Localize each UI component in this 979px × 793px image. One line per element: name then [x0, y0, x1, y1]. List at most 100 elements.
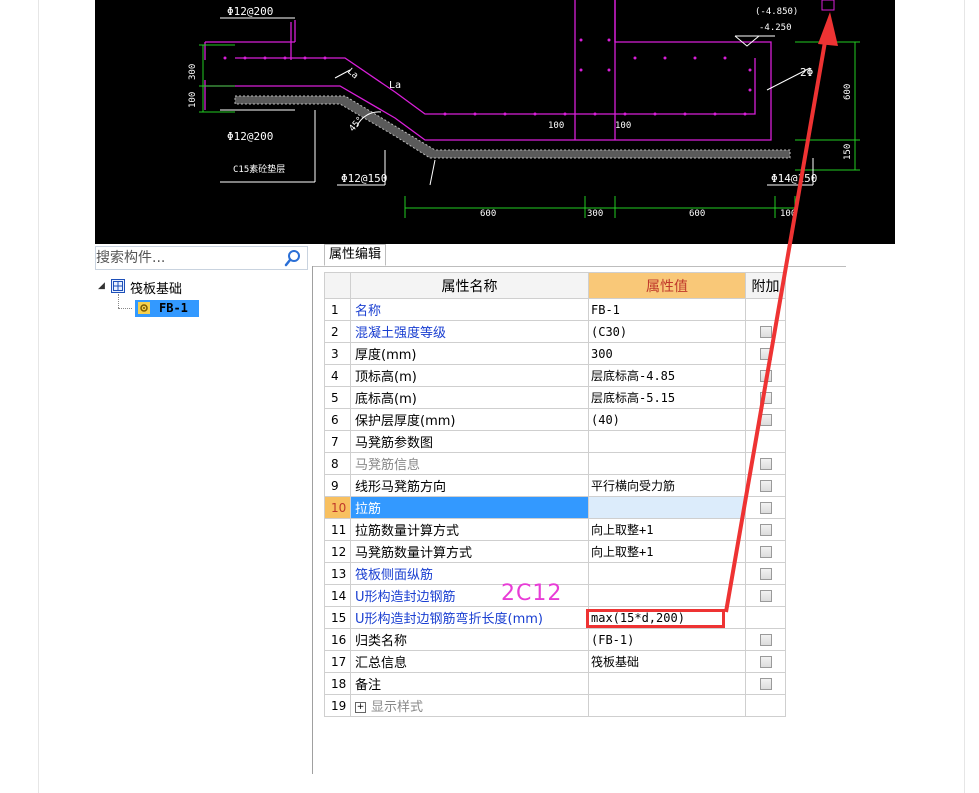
property-value-cell[interactable] [588, 562, 746, 585]
property-name-cell[interactable]: 马凳筋信息 [350, 452, 589, 475]
search-icon[interactable] [282, 248, 304, 268]
property-name-cell[interactable]: U形构造封边钢筋弯折长度(mm) [350, 606, 589, 629]
property-name-cell[interactable]: 马凳筋数量计算方式 [350, 540, 589, 563]
property-value-cell[interactable]: (C30) [588, 320, 746, 343]
cad-dim-300-v: 300 [188, 64, 198, 80]
property-value-cell[interactable] [588, 584, 746, 607]
tab-property-edit[interactable]: 属性编辑 [324, 244, 387, 266]
property-name: 筏板侧面纵筋 [355, 568, 434, 583]
property-name-cell[interactable]: 厚度(mm) [350, 342, 589, 365]
property-row[interactable]: 6 保护层厚度(mm) (40) [324, 408, 786, 431]
property-value-cell[interactable]: (40) [588, 408, 746, 431]
property-value-cell[interactable]: 层底标高-5.15 [588, 386, 746, 409]
property-row[interactable]: 10 拉筋 [324, 496, 786, 519]
cad-label-rebar-right: Φ14@150 [771, 172, 817, 185]
property-row[interactable]: 3 厚度(mm) 300 [324, 342, 786, 365]
column-header-extra[interactable]: 附加 [745, 272, 786, 299]
extra-checkbox[interactable] [759, 567, 772, 580]
property-name-cell[interactable]: + 显示样式 [350, 694, 589, 717]
tree-collapse-icon[interactable]: ◢ [98, 281, 105, 291]
property-name-cell[interactable]: 归类名称 [350, 628, 589, 651]
property-name-cell[interactable]: 汇总信息 [350, 650, 589, 673]
extra-checkbox[interactable] [759, 347, 772, 360]
property-row[interactable]: 18 备注 [324, 672, 786, 695]
column-header-name[interactable]: 属性名称 [350, 272, 589, 299]
extra-checkbox[interactable] [759, 589, 772, 602]
property-value-cell[interactable]: FB-1 [588, 298, 746, 321]
property-value-cell[interactable]: 筏板基础 [588, 650, 746, 673]
property-row[interactable]: 19 + 显示样式 [324, 694, 786, 717]
property-row[interactable]: 11 拉筋数量计算方式 向上取整+1 [324, 518, 786, 541]
property-value-cell[interactable] [588, 672, 746, 695]
property-name-cell[interactable]: 顶标高(m) [350, 364, 589, 387]
property-value-cell[interactable]: 300 [588, 342, 746, 365]
extra-cell [745, 408, 786, 431]
cad-label-elev-upper: (-4.850) [755, 7, 798, 17]
property-name-cell[interactable]: 拉筋 [350, 496, 589, 519]
property-row[interactable]: 16 归类名称 (FB-1) [324, 628, 786, 651]
extra-checkbox[interactable] [759, 545, 772, 558]
cad-label-la-main: La [389, 80, 401, 91]
extra-checkbox[interactable] [759, 523, 772, 536]
property-name-cell[interactable]: 底标高(m) [350, 386, 589, 409]
extra-checkbox[interactable] [759, 677, 772, 690]
dimension-lines [199, 41, 860, 218]
property-name: 汇总信息 [355, 656, 408, 671]
extra-cell [745, 320, 786, 343]
property-value-cell[interactable]: 层底标高-4.85 [588, 364, 746, 387]
cad-label-elev-lower: -4.250 [759, 23, 792, 33]
property-name-cell[interactable]: 线形马凳筋方向 [350, 474, 589, 497]
extra-checkbox[interactable] [759, 655, 772, 668]
row-number: 18 [324, 672, 351, 695]
property-name-cell[interactable]: 保护层厚度(mm) [350, 408, 589, 431]
property-name-cell[interactable]: 拉筋数量计算方式 [350, 518, 589, 541]
property-value-cell[interactable]: 向上取整+1 [588, 540, 746, 563]
property-value-cell[interactable] [588, 430, 746, 453]
extra-checkbox[interactable] [759, 501, 772, 514]
property-row[interactable]: 1 名称 FB-1 [324, 298, 786, 321]
property-row[interactable]: 17 汇总信息 筏板基础 [324, 650, 786, 673]
cad-label-rebar-top-left: Φ12@200 [227, 5, 273, 18]
property-row[interactable]: 12 马凳筋数量计算方式 向上取整+1 [324, 540, 786, 563]
extra-cell [745, 342, 786, 365]
extra-checkbox[interactable] [759, 325, 772, 338]
property-name-cell[interactable]: 名称 [350, 298, 589, 321]
right-divider [964, 0, 965, 793]
property-name-cell[interactable]: 马凳筋参数图 [350, 430, 589, 453]
cad-marker [821, 0, 835, 11]
property-value-cell[interactable] [588, 496, 746, 519]
property-value-cell[interactable] [588, 452, 746, 475]
cad-label-rebar-side: 2Φ [800, 66, 813, 79]
property-name: 名称 [355, 304, 382, 319]
tree-node-fb-1[interactable]: FB-1 [135, 300, 199, 317]
property-name-cell[interactable]: 混凝土强度等级 [350, 320, 589, 343]
property-row[interactable]: 4 顶标高(m) 层底标高-4.85 [324, 364, 786, 387]
property-row[interactable]: 2 混凝土强度等级 (C30) [324, 320, 786, 343]
search-input[interactable] [96, 247, 276, 269]
property-value-cell[interactable] [588, 694, 746, 717]
extra-checkbox[interactable] [759, 413, 772, 426]
extra-cell [745, 650, 786, 673]
property-grid: 属性名称 属性值 附加 1 名称 FB-1 2 混凝土强度等级 (C30) 3 厚度(mm) 3… [324, 272, 786, 717]
property-row[interactable]: 7 马凳筋参数图 [324, 430, 786, 453]
property-editor-panel: 属性编辑 属性名称 属性值 附加 1 名称 FB-1 2 混凝土强度等级 (C30) 3 厚度… [312, 244, 852, 774]
column-header-value[interactable]: 属性值 [588, 272, 746, 299]
extra-checkbox[interactable] [759, 369, 772, 382]
row-number: 19 [324, 694, 351, 717]
property-name: 拉筋 [355, 502, 382, 517]
extra-cell [745, 452, 786, 475]
property-row[interactable]: 5 底标高(m) 层底标高-5.15 [324, 386, 786, 409]
extra-checkbox[interactable] [759, 457, 772, 470]
extra-checkbox[interactable] [759, 391, 772, 404]
expand-plus-icon[interactable]: + [355, 702, 366, 713]
property-name: 混凝土强度等级 [355, 326, 447, 341]
property-row[interactable]: 9 线形马凳筋方向 平行横向受力筋 [324, 474, 786, 497]
property-row[interactable]: 8 马凳筋信息 [324, 452, 786, 475]
property-value-cell[interactable]: 平行横向受力筋 [588, 474, 746, 497]
property-name-cell[interactable]: 备注 [350, 672, 589, 695]
extra-checkbox[interactable] [759, 479, 772, 492]
extra-checkbox[interactable] [759, 633, 772, 646]
property-value-cell[interactable]: (FB-1) [588, 628, 746, 651]
cad-label-rebar-bottom-left: Φ12@200 [227, 130, 273, 143]
property-value-cell[interactable]: 向上取整+1 [588, 518, 746, 541]
